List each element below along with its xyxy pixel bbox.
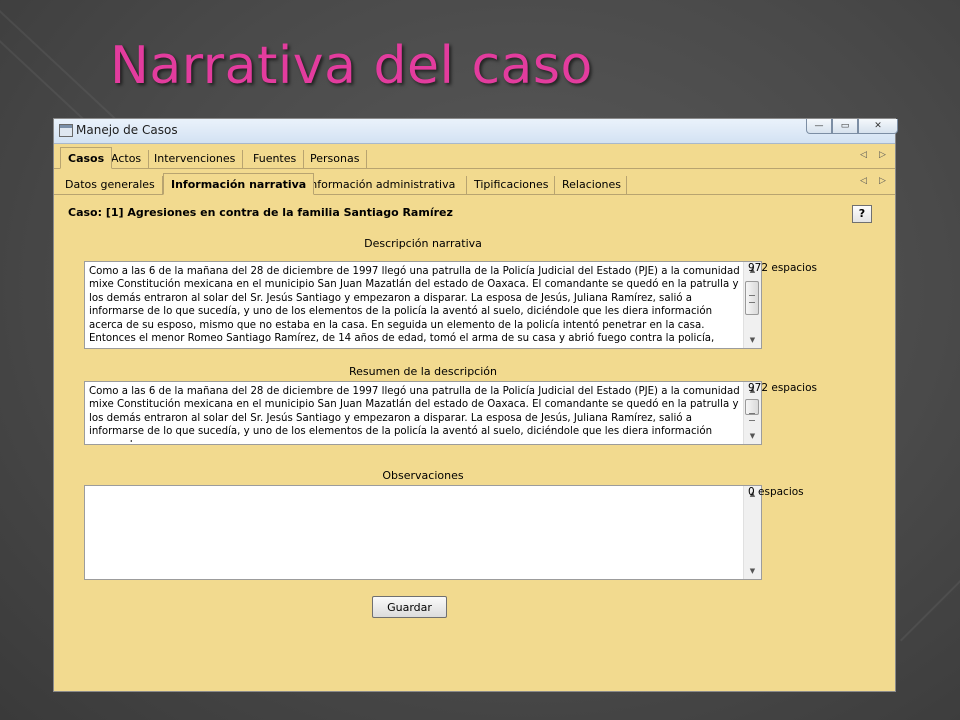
manejo-de-casos-window: Manejo de Casos — ▭ ✕ Casos Actos Interv… — [53, 118, 898, 692]
descripcion-char-count: 972 espacios — [748, 262, 817, 274]
window-title: Manejo de Casos — [76, 123, 178, 137]
observaciones-scrollbar[interactable]: ▲ ▼ — [743, 486, 761, 579]
app-window-icon — [59, 124, 73, 137]
scroll-thumb[interactable] — [745, 281, 759, 315]
tab-fuentes[interactable]: Fuentes — [246, 150, 305, 168]
scroll-down-icon[interactable]: ▼ — [744, 563, 761, 579]
secondary-tab-bar: Datos generales Información narrativa In… — [54, 173, 895, 195]
case-title: Caso: [1] Agresiones en contra de la fam… — [68, 206, 453, 219]
resumen-label: Resumen de la descripción — [348, 365, 497, 378]
slide-title: Narrativa del caso — [110, 36, 593, 96]
tab-tipificaciones[interactable]: Tipificaciones — [467, 176, 555, 194]
background-decoration — [900, 555, 960, 642]
window-titlebar[interactable]: Manejo de Casos — ▭ ✕ — [54, 119, 898, 144]
observaciones-text — [89, 489, 741, 577]
tab-intervenciones[interactable]: Intervenciones — [147, 150, 244, 168]
observaciones-label: Observaciones — [382, 469, 464, 482]
tab-scroll-left-icon[interactable]: ◁ — [860, 176, 867, 186]
close-button[interactable]: ✕ — [858, 119, 898, 134]
descripcion-scrollbar[interactable]: ▲ ▼ — [743, 262, 761, 348]
tab-scroll-right-icon[interactable]: ▷ — [879, 176, 886, 186]
descripcion-narrativa-label: Descripción narrativa — [364, 237, 482, 250]
tab-relaciones[interactable]: Relaciones — [555, 176, 627, 194]
tab-informacion-administrativa[interactable]: Información administrativa — [300, 176, 467, 194]
tab-personas[interactable]: Personas — [303, 150, 368, 168]
observaciones-char-count: 0 espacios — [748, 486, 804, 498]
help-button[interactable]: ? — [852, 205, 872, 223]
guardar-button[interactable]: Guardar — [372, 596, 447, 618]
scroll-down-icon[interactable]: ▼ — [744, 428, 761, 444]
descripcion-narrativa-textarea[interactable]: Como a las 6 de la mañana del 28 de dici… — [84, 261, 762, 349]
maximize-button[interactable]: ▭ — [832, 119, 858, 134]
tab-scroll-right-icon[interactable]: ▷ — [879, 150, 886, 160]
tab-scroll-left-icon[interactable]: ◁ — [860, 150, 867, 160]
minimize-button[interactable]: — — [806, 119, 832, 134]
tab-informacion-narrativa[interactable]: Información narrativa — [163, 173, 315, 195]
scroll-down-icon[interactable]: ▼ — [744, 332, 761, 348]
resumen-char-count: 972 espacios — [748, 382, 817, 394]
observaciones-textarea[interactable]: ▲ ▼ — [84, 485, 762, 580]
primary-tab-bar: Casos Actos Intervenciones Fuentes Perso… — [54, 147, 895, 169]
tab-casos[interactable]: Casos — [60, 147, 113, 169]
scroll-thumb[interactable] — [745, 399, 759, 421]
resumen-textarea[interactable]: Como a las 6 de la mañana del 28 de dici… — [84, 381, 762, 445]
tab-datos-generales[interactable]: Datos generales — [58, 176, 163, 194]
descripcion-narrativa-text: Como a las 6 de la mañana del 28 de dici… — [89, 266, 740, 345]
resumen-text: Como a las 6 de la mañana del 28 de dici… — [89, 386, 740, 442]
tab-divider — [54, 168, 895, 169]
